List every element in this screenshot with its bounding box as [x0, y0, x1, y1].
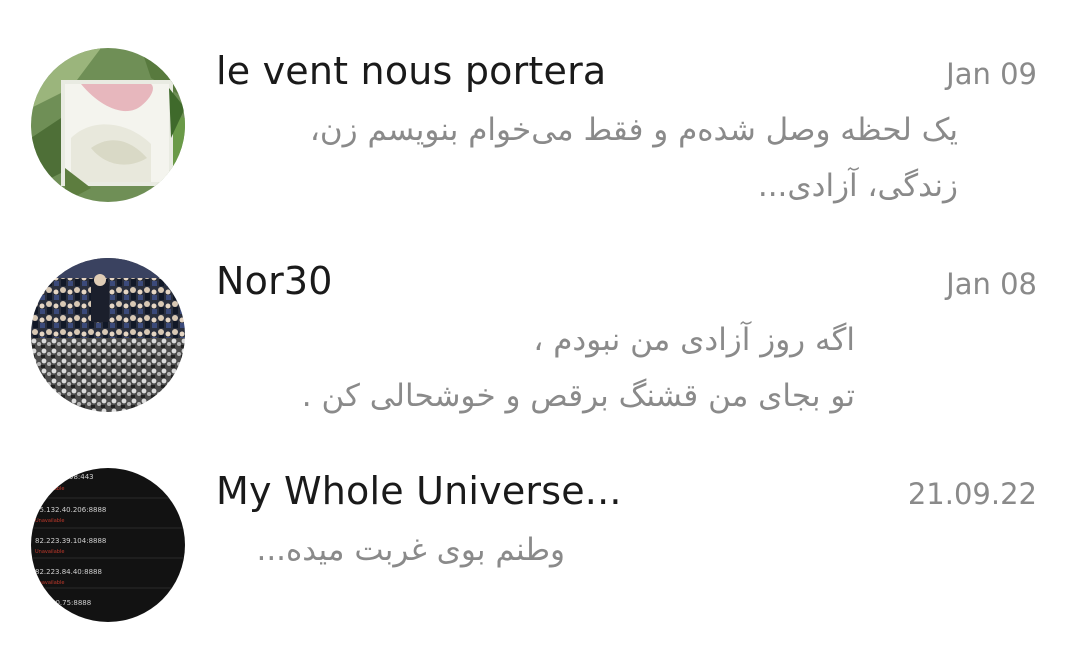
- chat-row-le-vent-nous-portera[interactable]: le vent nous portera Jan 09 یک لحظه وصل …: [0, 40, 1073, 240]
- chat-date: Jan 09: [946, 57, 1037, 91]
- avatar[interactable]: 98:443 Unavailable 85.132.40.206:8888 Un…: [31, 468, 185, 622]
- chat-preview-line: تو بجای من قشنگ برقص و خوشحالی کن .: [301, 378, 855, 414]
- avatar-text-line: 98:443: [69, 473, 94, 481]
- avatar[interactable]: [31, 258, 185, 412]
- avatar-text-line: 50.75:8888: [51, 599, 91, 607]
- chat-name: Nor30: [216, 259, 333, 303]
- avatar-text-line: Unavailable: [35, 580, 64, 586]
- avatar-text-line: Unavailable: [35, 549, 64, 555]
- chat-name: My Whole Universe...: [216, 469, 622, 513]
- avatar-text-line: 82.223.84.40:8888: [35, 568, 102, 576]
- avatar-text-line: Unavailable: [35, 486, 64, 492]
- chat-date: 21.09.22: [907, 477, 1037, 511]
- chat-preview-line: اگه روز آزادی من نبودم ،: [533, 322, 855, 358]
- chat-preview-line: زندگی، آزادی...: [757, 168, 958, 204]
- avatar-flowers-leaves-image: [31, 48, 185, 202]
- avatar-text-line: 85.132.40.206:8888: [35, 506, 106, 514]
- avatar[interactable]: [31, 48, 185, 202]
- avatar-proxy-list-screenshot-image: 98:443 Unavailable 85.132.40.206:8888 Un…: [31, 468, 185, 622]
- chat-name: le vent nous portera: [216, 49, 607, 93]
- chat-date: Jan 08: [946, 267, 1037, 301]
- avatar-text-line: 82.223.39.104:8888: [35, 537, 106, 545]
- avatar-crowd-photo-image: [31, 258, 185, 412]
- chat-preview: یک لحظه وصل شده‌م و فقط می‌خوام بنویسم ز…: [310, 102, 958, 214]
- chat-preview: اگه روز آزادی من نبودم ، تو بجای من قشنگ…: [302, 312, 855, 424]
- chat-list: le vent nous portera Jan 09 یک لحظه وصل …: [0, 0, 1073, 648]
- chat-preview-line: یک لحظه وصل شده‌م و فقط می‌خوام بنویسم ز…: [309, 112, 958, 148]
- chat-preview: وطنم بوی غربت میده...: [256, 522, 565, 578]
- chat-row-my-whole-universe[interactable]: 98:443 Unavailable 85.132.40.206:8888 Un…: [0, 460, 1073, 648]
- chat-preview-line: وطنم بوی غربت میده...: [256, 532, 565, 568]
- chat-row-nor30[interactable]: Nor30 Jan 08 اگه روز آزادی من نبودم ، تو…: [0, 250, 1073, 450]
- avatar-text-line: Unavailable: [35, 518, 64, 524]
